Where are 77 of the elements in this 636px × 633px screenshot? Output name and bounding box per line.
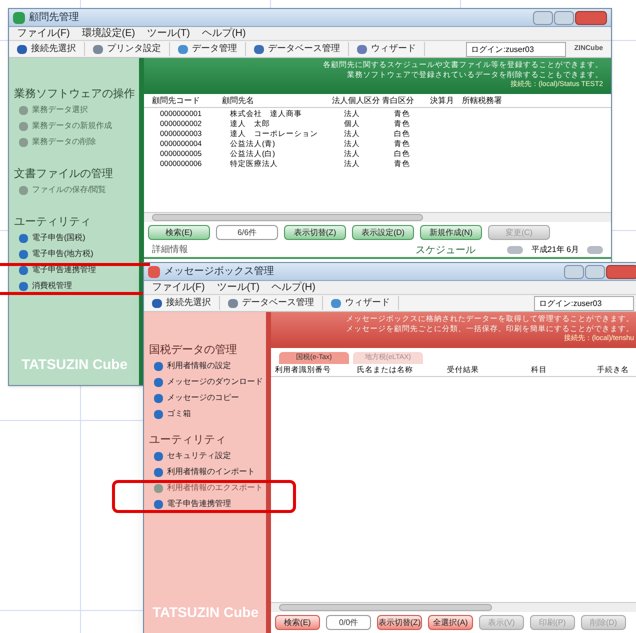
window-title: 顧問先管理	[29, 10, 79, 25]
close-button[interactable]	[606, 264, 636, 278]
menu-item[interactable]: ファイル(F)	[152, 280, 205, 295]
action-button[interactable]: 検索(E)	[275, 615, 320, 630]
action-button[interactable]: 全選択(A)	[428, 615, 473, 630]
record-counter[interactable]: 6/6件	[216, 225, 278, 240]
minimize-button[interactable]	[564, 264, 584, 278]
schedule-label: スケジュール	[415, 244, 476, 258]
sidebar-item[interactable]: セキュリティ設定	[167, 451, 231, 461]
toolbar-icon	[17, 44, 27, 54]
sidebar-heading: ユーティリティ	[149, 433, 226, 448]
menu-item[interactable]: ファイル(F)	[17, 26, 70, 41]
maximize-button[interactable]	[554, 10, 574, 24]
sidebar-item[interactable]: 利用者情報のインポート	[167, 467, 255, 477]
login-field: ログイン:zuser03	[534, 296, 634, 310]
toolbar-button[interactable]: 接続先選択	[152, 296, 220, 310]
sidebar-heading: ユーティリティ	[14, 215, 91, 230]
app-icon	[148, 266, 160, 278]
toolbar-button[interactable]: データ管理	[178, 42, 246, 56]
column-header[interactable]: 決算月	[430, 94, 462, 106]
close-button[interactable]	[575, 10, 607, 24]
detail-label: 詳細情報	[152, 243, 188, 256]
action-button[interactable]: 表示切替(Z)	[284, 225, 346, 240]
sidebar-item[interactable]: 消費税管理	[32, 281, 72, 291]
column-header[interactable]: 青白区分	[382, 94, 430, 106]
toolbar-button[interactable]: 接続先選択	[17, 42, 85, 56]
menu-item[interactable]: ヘルプ(H)	[202, 26, 246, 41]
scrollbar-thumb[interactable]	[279, 604, 492, 611]
toolbar-icon	[152, 298, 162, 308]
app-icon	[13, 12, 25, 24]
horizontal-scrollbar[interactable]	[144, 212, 611, 222]
login-field: ログイン:zuser03	[466, 42, 566, 56]
toolbar-button[interactable]: ウィザード	[331, 296, 399, 310]
brand-logo: TATSUZIN Cube	[21, 356, 128, 372]
maximize-button[interactable]	[585, 264, 605, 278]
action-button[interactable]: 表示切替(Z)	[377, 615, 422, 630]
brand-logo: TATSUZIN Cube	[152, 604, 259, 620]
toolbar-button[interactable]: データベース管理	[254, 42, 349, 56]
sidebar-item[interactable]: 利用者情報の設定	[167, 361, 231, 371]
toolbar-icon	[228, 298, 238, 308]
menu-item[interactable]: ツール(T)	[147, 26, 190, 41]
toolbar-button[interactable]: ウィザード	[357, 42, 425, 56]
menu-item[interactable]: ヘルプ(H)	[272, 280, 316, 295]
sidebar-heading: 国税データの管理	[149, 343, 237, 358]
menu-item[interactable]: 環境設定(E)	[82, 26, 136, 41]
column-header[interactable]: 法人個人区分	[332, 94, 382, 106]
toolbar-icon	[178, 44, 188, 54]
toolbar-button[interactable]: データベース管理	[228, 296, 323, 310]
previous-month-button[interactable]	[507, 246, 524, 254]
toolbar-icon	[331, 298, 341, 308]
toolbar-icon	[357, 44, 367, 54]
action-button[interactable]: 新規作成(N)	[420, 225, 482, 240]
toolbar-button[interactable]: プリンタ設定	[93, 42, 170, 56]
sidebar-item[interactable]: ゴミ箱	[167, 409, 191, 419]
sidebar-item[interactable]: メッセージのダウンロード	[167, 377, 263, 387]
action-button[interactable]: 検索(E)	[148, 225, 210, 240]
column-header[interactable]: 顧問先コード	[152, 94, 222, 106]
minimize-button[interactable]	[533, 10, 553, 24]
month-label: 平成21年 6月	[531, 244, 579, 256]
item-icon	[19, 186, 28, 194]
horizontal-scrollbar[interactable]	[271, 602, 636, 612]
sidebar-item[interactable]: 電子申告(国税)	[32, 233, 86, 243]
record-counter[interactable]: 0/0件	[326, 615, 371, 630]
action-button[interactable]: 表示設定(D)	[352, 225, 414, 240]
menu-item[interactable]: ツール(T)	[216, 280, 260, 295]
toolbar-icon	[254, 44, 264, 54]
sidebar-item[interactable]: 電子申告連携管理	[167, 499, 231, 509]
scrollbar-thumb[interactable]	[152, 214, 423, 221]
sidebar-item[interactable]: メッセージのコピー	[167, 393, 239, 403]
column-header[interactable]: 顧問先名	[222, 94, 332, 106]
sidebar-heading: 文書ファイルの管理	[14, 166, 113, 182]
sidebar-item[interactable]: 電子申告(地方税)	[32, 249, 94, 259]
column-header[interactable]: 所轄税務署	[462, 94, 522, 106]
sidebar-heading: 業務ソフトウェアの操作	[14, 87, 135, 102]
toolbar-icon	[93, 44, 103, 54]
window-title: メッセージボックス管理	[164, 265, 274, 279]
next-month-button[interactable]	[587, 246, 603, 254]
